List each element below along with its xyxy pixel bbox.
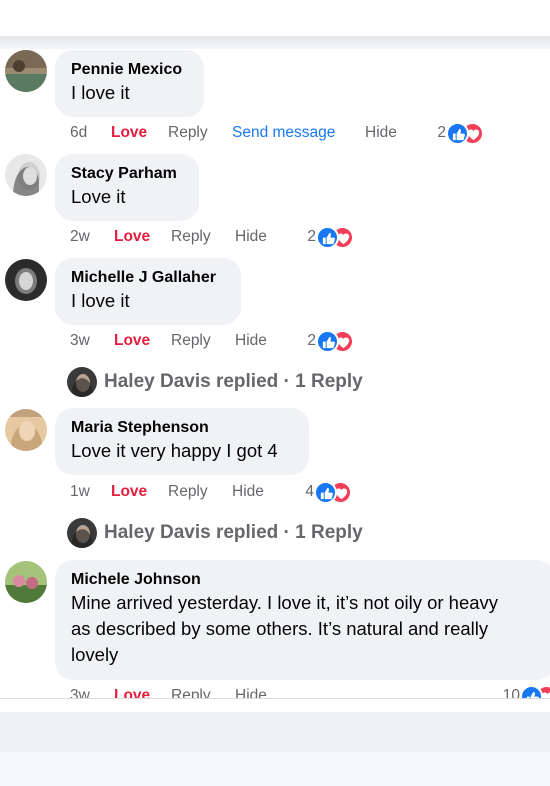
like-icon (316, 330, 339, 353)
love-reaction-button[interactable]: Love (114, 226, 150, 248)
view-replies-link[interactable]: Haley Davis replied · 1 Reply (67, 367, 387, 397)
top-bar (0, 0, 550, 36)
reaction-count: 4 (305, 483, 314, 500)
comment-author[interactable]: Maria Stephenson (71, 418, 293, 438)
comment-bubble: Maria Stephenson Love it very happy I go… (55, 408, 309, 475)
reaction-summary[interactable]: 10 (490, 685, 550, 698)
comment-time[interactable]: 6d (70, 122, 87, 144)
like-icon (446, 122, 469, 145)
reaction-summary[interactable]: 4 (290, 481, 352, 504)
comment-time[interactable]: 2w (70, 226, 90, 248)
hide-button[interactable]: Hide (235, 226, 267, 248)
love-reaction-button[interactable]: Love (111, 122, 147, 144)
comment-time[interactable]: 3w (70, 685, 90, 698)
reaction-count: 10 (502, 687, 520, 698)
reply-button[interactable]: Reply (171, 330, 211, 352)
comment-author[interactable]: Michele Johnson (71, 570, 539, 590)
comment-actions: 2w Love Reply Hide 2 (70, 226, 370, 249)
comment-text-line: lovely (71, 644, 119, 665)
comment-actions: 6d Love Reply Send message Hide 2 (70, 122, 490, 145)
comment-text-line: as described by some others. It’s natura… (71, 618, 489, 639)
avatar[interactable] (5, 50, 47, 92)
reply-button[interactable]: Reply (171, 226, 211, 248)
top-divider (0, 36, 550, 49)
comment-actions: 3w Love Reply Hide 2 (70, 330, 370, 353)
avatar[interactable] (5, 154, 47, 196)
avatar[interactable] (5, 259, 47, 301)
bottom-bar (0, 752, 550, 786)
comment-author[interactable]: Michelle J Gallaher (71, 268, 225, 288)
comment-actions: 1w Love Reply Hide 4 (70, 481, 370, 504)
hide-button[interactable]: Hide (235, 330, 267, 352)
view-replies-link[interactable]: Haley Davis replied · 1 Reply (67, 518, 387, 548)
comment-text: I love it (71, 290, 130, 311)
comment-bubble: Stacy Parham Love it (55, 154, 199, 221)
comment-text: Love it very happy I got 4 (71, 440, 278, 461)
reaction-summary[interactable]: 2 (292, 330, 354, 353)
like-icon (314, 481, 337, 504)
love-reaction-button[interactable]: Love (111, 481, 147, 503)
comment-actions: 3w Love Reply Hide 10 (70, 685, 550, 698)
comment-bubble: Pennie Mexico I love it (55, 50, 204, 117)
comment-time[interactable]: 3w (70, 330, 90, 352)
hide-button[interactable]: Hide (232, 481, 264, 503)
comment-author[interactable]: Stacy Parham (71, 164, 183, 184)
reaction-count: 2 (307, 228, 316, 245)
comment-text: I love it (71, 82, 130, 103)
reaction-summary[interactable]: 2 (422, 122, 484, 145)
like-icon (316, 226, 339, 249)
reply-button[interactable]: Reply (171, 685, 211, 698)
love-reaction-button[interactable]: Love (114, 330, 150, 352)
reaction-summary[interactable]: 2 (292, 226, 354, 249)
comment-text: Love it (71, 186, 126, 207)
comment-text-line: Mine arrived yesterday. I love it, it’s … (71, 592, 499, 613)
replies-summary[interactable]: Haley Davis replied · 1 Reply (104, 367, 363, 397)
send-message-button[interactable]: Send message (232, 122, 335, 144)
reaction-count: 2 (307, 332, 316, 349)
replies-summary[interactable]: Haley Davis replied · 1 Reply (104, 518, 363, 548)
comment-bubble: Michele Johnson Mine arrived yesterday. … (55, 560, 550, 680)
reply-avatar (67, 367, 97, 397)
hide-button[interactable]: Hide (365, 122, 397, 144)
comments-list: Pennie Mexico I love it 6d Love Reply Se… (0, 49, 550, 698)
comment-bubble: Michelle J Gallaher I love it (55, 258, 241, 325)
composer-divider (0, 698, 550, 712)
love-reaction-button[interactable]: Love (114, 685, 150, 698)
avatar[interactable] (5, 561, 47, 603)
reply-button[interactable]: Reply (168, 481, 208, 503)
avatar[interactable] (5, 409, 47, 451)
hide-button[interactable]: Hide (235, 685, 267, 698)
reply-button[interactable]: Reply (168, 122, 208, 144)
comment-time[interactable]: 1w (70, 481, 90, 503)
comment-author[interactable]: Pennie Mexico (71, 60, 188, 80)
bottom-panel (0, 712, 550, 752)
reply-avatar (67, 518, 97, 548)
reaction-count: 2 (437, 124, 446, 141)
